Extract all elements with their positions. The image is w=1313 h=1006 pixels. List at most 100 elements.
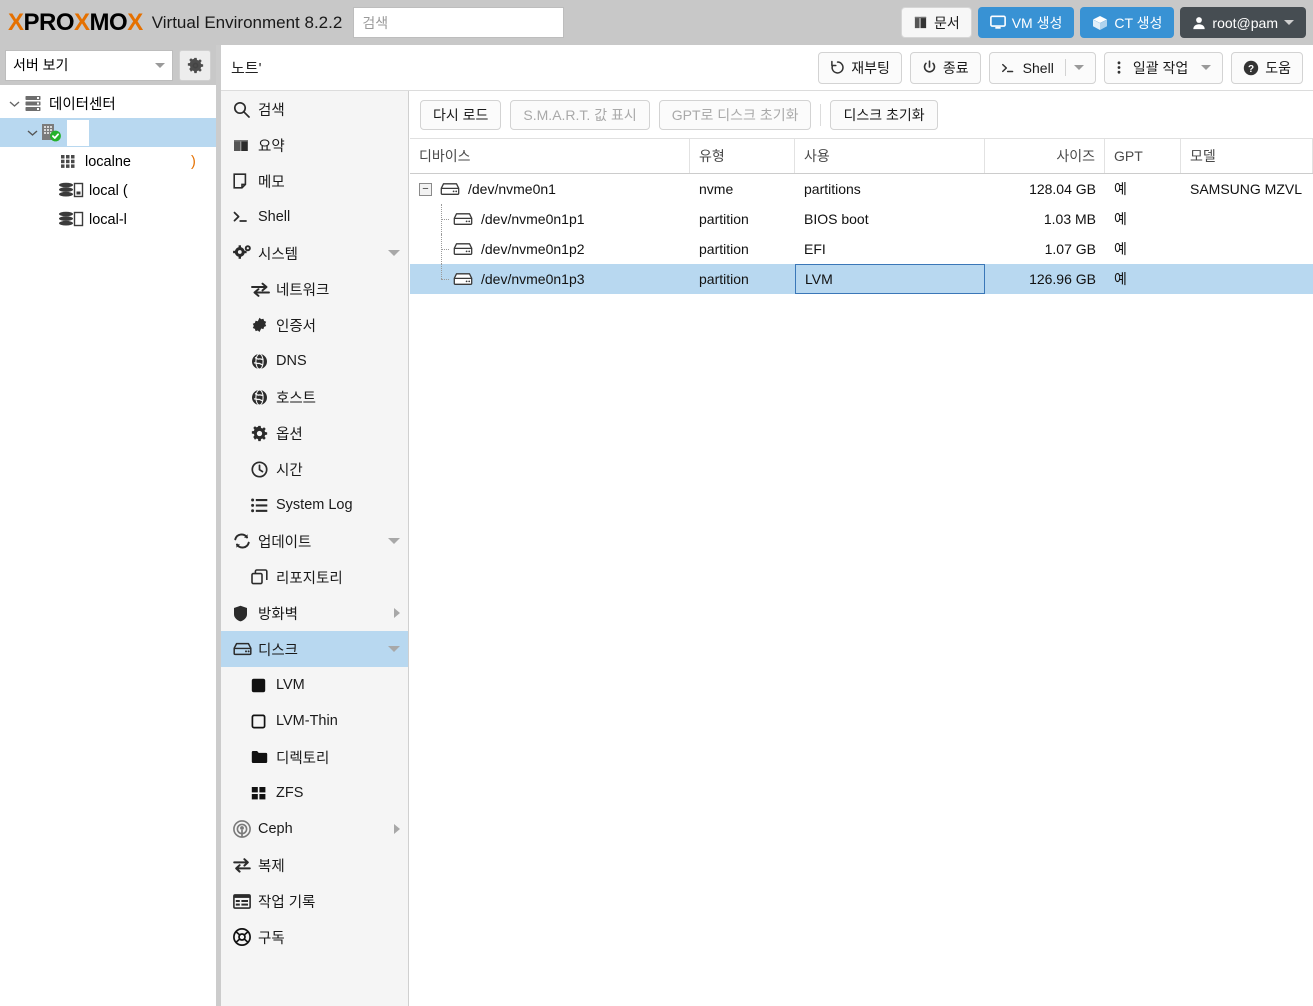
chevron-down-icon[interactable] xyxy=(388,250,400,256)
nav-item-label: 네트워크 xyxy=(276,282,330,299)
nav-item-label: 리포지토리 xyxy=(276,570,343,587)
nav-item-[interactable]: 네트워크 xyxy=(221,271,408,307)
subscription-icon xyxy=(233,928,258,946)
nav-item-[interactable]: 업데이트 xyxy=(221,523,408,559)
logo-mo: MO xyxy=(89,8,128,36)
chevron-down-icon[interactable] xyxy=(388,646,400,652)
chevron-down-icon[interactable] xyxy=(24,129,40,137)
create-ct-button[interactable]: CT 생성 xyxy=(1080,7,1175,38)
shell-chevron-down-icon[interactable] xyxy=(1073,65,1084,70)
bulk-actions-label: 일괄 작업 xyxy=(1132,59,1189,76)
proxmox-logo: X PRO X MO X xyxy=(0,0,143,45)
table-row[interactable]: /dev/nvme0n1p3 partition LVM 126.96 GB 예 xyxy=(410,264,1313,294)
certificate-icon xyxy=(251,317,276,334)
node-toolbar: 노트' 재부팅 종료 Shell 일괄 작업 ? 도움 xyxy=(221,45,1313,91)
chevron-down-icon[interactable] xyxy=(388,538,400,544)
nav-item-ceph[interactable]: Ceph xyxy=(221,811,408,847)
cell-model xyxy=(1181,204,1313,234)
nav-item-[interactable]: 메모 xyxy=(221,163,408,199)
wipe-disk-label: 디스크 초기화 xyxy=(843,106,925,123)
bulk-chevron-down-icon[interactable] xyxy=(1201,65,1212,70)
view-selector-row: 서버 보기 xyxy=(0,45,216,85)
tree-item-label: local ( xyxy=(89,182,128,199)
tree-item-node[interactable] xyxy=(0,118,216,147)
nav-item-[interactable]: 방화벽 xyxy=(221,595,408,631)
nav-item-label: Ceph xyxy=(258,821,293,837)
table-body: − /dev/nvme0n1 nvme partitions 128.04 GB 예 SAM… xyxy=(410,174,1313,294)
chevron-right-icon[interactable] xyxy=(394,608,400,618)
nav-item-label: 디스크 xyxy=(258,642,299,659)
nav-item-[interactable]: 요약 xyxy=(221,127,408,163)
nav-item-label: 인증서 xyxy=(276,318,317,335)
nav-item-zfs[interactable]: ZFS xyxy=(221,775,408,811)
table-row[interactable]: /dev/nvme0n1p1 partition BIOS boot 1.03 MB 예 xyxy=(410,204,1313,234)
nav-item-[interactable]: 복제 xyxy=(221,847,408,883)
nav-item-[interactable]: 호스트 xyxy=(221,379,408,415)
init-gpt-button: GPT로 디스크 초기화 xyxy=(658,99,812,130)
table-row[interactable]: − /dev/nvme0n1 nvme partitions 128.04 GB 예 SAM… xyxy=(410,174,1313,204)
cell-usage: partitions xyxy=(804,181,861,197)
disk-toolbar: 다시 로드 S.M.A.R.T. 값 표시 GPT로 디스크 초기화 디스크 초… xyxy=(410,91,1313,138)
documentation-button[interactable]: 문서 xyxy=(900,7,972,38)
tree-collapse-toggle[interactable]: − xyxy=(419,182,432,196)
cell-usage: LVM xyxy=(795,264,985,294)
table-row[interactable]: /dev/nvme0n1p2 partition EFI 1.07 GB 예 xyxy=(410,234,1313,264)
logo-x2: X xyxy=(74,8,90,36)
help-button[interactable]: ? 도움 xyxy=(1231,51,1303,84)
nav-item-[interactable]: 시간 xyxy=(221,451,408,487)
nav-item-shell[interactable]: Shell xyxy=(221,199,408,235)
tree-item-datacenter[interactable]: 데이터센터 xyxy=(0,89,216,118)
column-header-usage[interactable]: 사용 xyxy=(795,139,985,173)
help-label: 도움 xyxy=(1265,59,1291,76)
summary-book-icon xyxy=(233,138,258,153)
nav-item-[interactable]: 인증서 xyxy=(221,307,408,343)
column-header-size[interactable]: 사이즈 xyxy=(985,139,1105,173)
nav-item-label: 옵션 xyxy=(276,426,303,443)
shell-button[interactable]: Shell xyxy=(988,51,1096,84)
cell-size: 1.03 MB xyxy=(1043,211,1096,227)
gear-icon xyxy=(251,425,276,442)
nav-item-[interactable]: 검색 xyxy=(221,91,408,127)
datacenter-icon xyxy=(22,95,44,112)
nav-item-[interactable]: 디렉토리 xyxy=(221,739,408,775)
resource-tree: 데이터센터 localne) local (local-l xyxy=(0,85,216,234)
tree-item-local-lvm-storage[interactable]: local-l xyxy=(0,205,216,234)
nav-item-[interactable]: 디스크 xyxy=(221,631,408,667)
nav-item-system-log[interactable]: System Log xyxy=(221,487,408,523)
create-ct-label: CT 생성 xyxy=(1114,14,1163,31)
nav-item-[interactable]: 시스템 xyxy=(221,235,408,271)
view-mode-select[interactable]: 서버 보기 xyxy=(5,49,173,81)
nav-item-[interactable]: 리포지토리 xyxy=(221,559,408,595)
cell-type: partition xyxy=(699,271,749,287)
shutdown-button[interactable]: 종료 xyxy=(909,51,981,84)
nav-item-[interactable]: 작업 기록 xyxy=(221,883,408,919)
cell-usage: EFI xyxy=(804,241,826,257)
disks-panel: 다시 로드 S.M.A.R.T. 값 표시 GPT로 디스크 초기화 디스크 초… xyxy=(410,91,1313,1006)
cell-gpt: 예 xyxy=(1114,181,1127,197)
column-header-device[interactable]: 디바이스 xyxy=(410,139,690,173)
nav-item-lvm[interactable]: LVM xyxy=(221,667,408,703)
wipe-disk-button[interactable]: 디스크 초기화 xyxy=(830,99,938,130)
nav-item-lvm-thin[interactable]: LVM-Thin xyxy=(221,703,408,739)
tree-item-local-storage[interactable]: local ( xyxy=(0,176,216,205)
chevron-down-icon xyxy=(1284,20,1294,25)
nav-item-[interactable]: 구독 xyxy=(221,919,408,955)
user-menu-button[interactable]: root@pam xyxy=(1180,7,1306,38)
search-input[interactable] xyxy=(353,7,565,38)
column-header-gpt[interactable]: GPT xyxy=(1105,139,1181,173)
chevron-down-icon[interactable] xyxy=(6,100,22,108)
create-vm-button[interactable]: VM 생성 xyxy=(977,7,1075,38)
tree-item-localnetwork[interactable]: localne ) xyxy=(0,147,216,176)
tree-line xyxy=(433,204,451,234)
bulk-actions-button[interactable]: 일괄 작업 xyxy=(1103,51,1224,84)
column-header-model[interactable]: 모델 xyxy=(1181,139,1313,173)
column-header-type[interactable]: 유형 xyxy=(690,139,795,173)
reload-button[interactable]: 다시 로드 xyxy=(420,99,502,130)
nav-item-dns[interactable]: DNS xyxy=(221,343,408,379)
nav-item-[interactable]: 옵션 xyxy=(221,415,408,451)
reboot-button[interactable]: 재부팅 xyxy=(818,51,902,84)
hdd-icon xyxy=(451,242,475,256)
tree-settings-button[interactable] xyxy=(179,49,211,81)
gears-icon xyxy=(233,244,258,262)
chevron-right-icon[interactable] xyxy=(394,824,400,834)
